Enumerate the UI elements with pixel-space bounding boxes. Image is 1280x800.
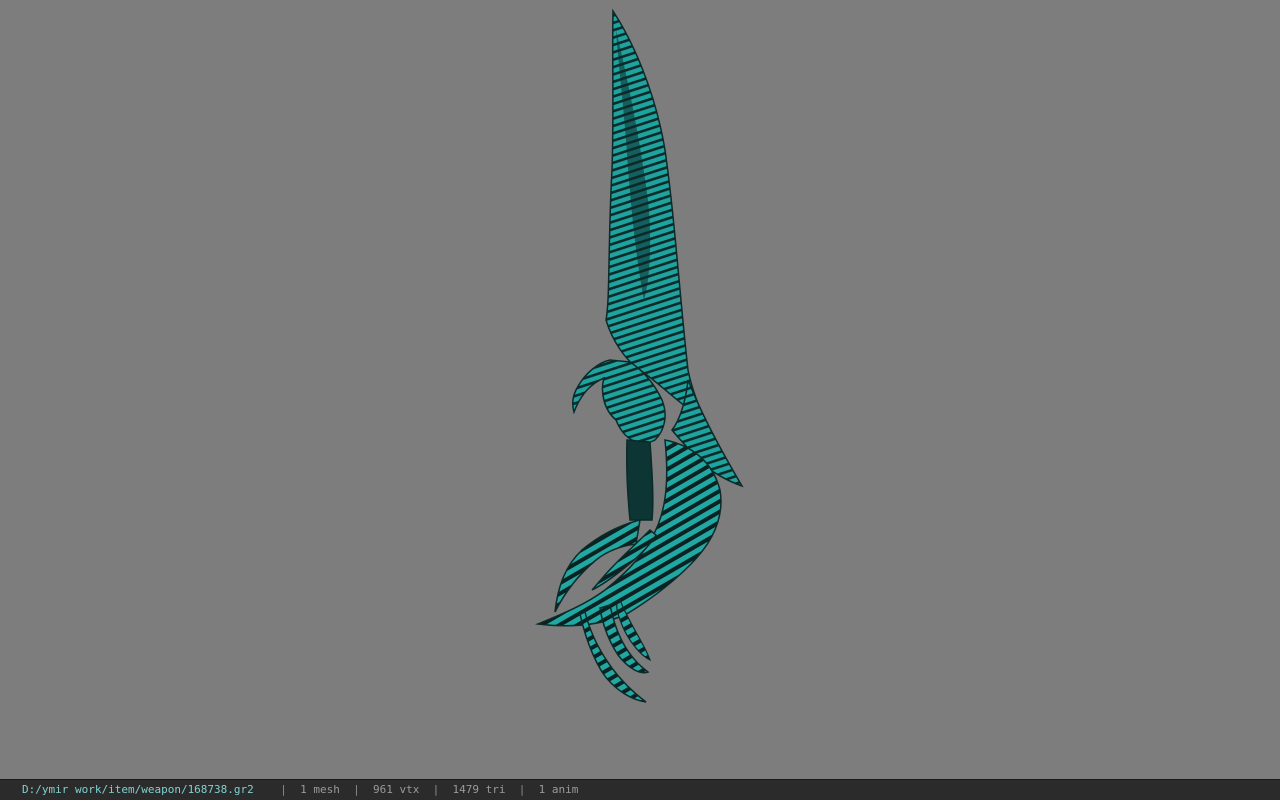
weapon-model[interactable] xyxy=(0,0,1280,779)
separator: | xyxy=(280,783,287,796)
status-bar: D:/ymir work/item/weapon/168738.gr2 | 1 … xyxy=(0,779,1280,800)
file-path: D:/ymir work/item/weapon/168738.gr2 xyxy=(22,783,254,796)
separator: | xyxy=(432,783,440,796)
grip xyxy=(625,439,654,521)
3d-viewport[interactable] xyxy=(0,0,1280,779)
triangle-count: 1479 tri xyxy=(452,783,506,796)
vertex-count: 961 vtx xyxy=(373,783,420,796)
anim-count: 1 anim xyxy=(538,783,579,796)
separator: | xyxy=(353,783,360,796)
separator: | xyxy=(518,783,526,796)
mesh-count: 1 mesh xyxy=(300,783,340,796)
